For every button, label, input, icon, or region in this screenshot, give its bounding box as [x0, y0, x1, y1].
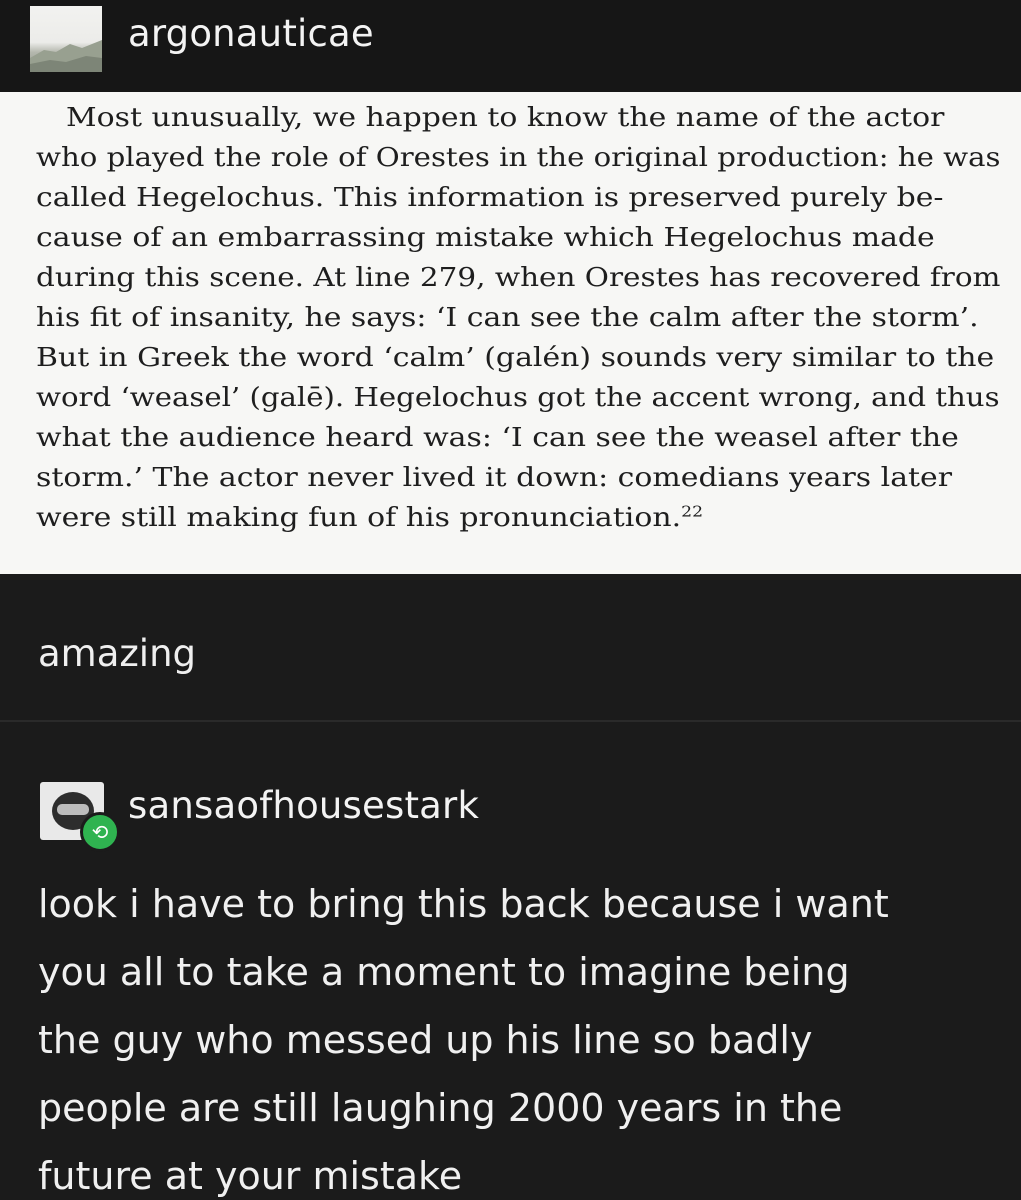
excerpt-line: cause of an embarrassing mistake which H…	[36, 223, 935, 253]
excerpt-line: word ‘weasel’ (galē). Hegelochus got the…	[36, 383, 1000, 413]
reblog-text-line: future at your mistake	[38, 1154, 463, 1198]
book-excerpt-image: Most unusually, we happen to know the na…	[0, 92, 1021, 574]
avatar-glasses	[57, 804, 89, 815]
excerpt-last-text: were still making fun of his pronunciati…	[36, 503, 682, 533]
reblog-text-line: the guy who messed up his line so badly	[38, 1018, 813, 1062]
excerpt-line: what the audience heard was: ‘I can see …	[36, 423, 959, 453]
excerpt-line: during this scene. At line 279, when Ore…	[36, 263, 1001, 293]
original-author-name[interactable]: argonauticae	[128, 12, 374, 55]
landscape-icon	[30, 40, 102, 72]
excerpt-line-last: were still making fun of his pronunciati…	[36, 498, 703, 538]
excerpt-line: who played the role of Orestes in the or…	[36, 143, 1001, 173]
reblog-text-line: look i have to bring this back because i…	[38, 882, 889, 926]
reblogger-name[interactable]: sansaofhousestark	[128, 784, 479, 827]
excerpt-line: storm.’ The actor never lived it down: c…	[36, 463, 953, 493]
reblog-icon: ⟲	[80, 812, 120, 852]
excerpt-line: called Hegelochus. This information is p…	[36, 183, 944, 213]
divider	[0, 720, 1021, 722]
excerpt-line: his fit of insanity, he says: ‘I can see…	[36, 303, 979, 333]
post-header: argonauticae	[0, 0, 1021, 92]
reblog-text-line: people are still laughing 2000 years in …	[38, 1086, 843, 1130]
avatar[interactable]	[30, 6, 102, 72]
excerpt-line: Most unusually, we happen to know the na…	[66, 103, 945, 133]
footnote-marker: 22	[681, 502, 704, 521]
reblog-text-line: you all to take a moment to imagine bein…	[38, 950, 850, 994]
excerpt-line: But in Greek the word ‘calm’ (galén) sou…	[36, 343, 995, 373]
post-comment: amazing	[38, 632, 197, 675]
